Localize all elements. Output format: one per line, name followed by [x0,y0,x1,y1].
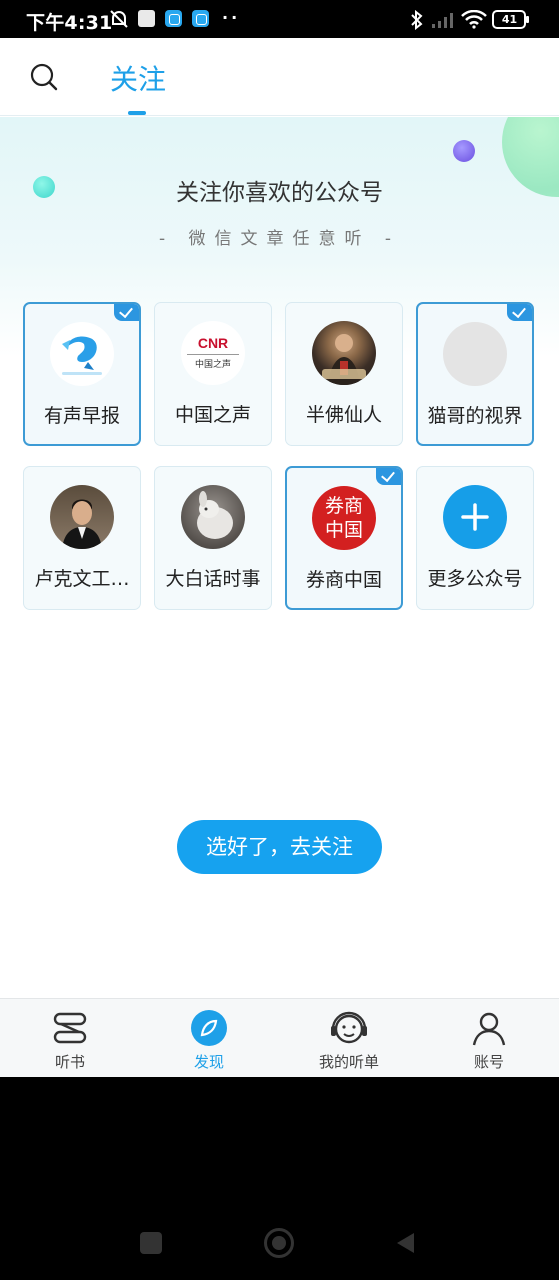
person-photo-avatar [50,485,114,549]
checkmark-icon [376,468,401,485]
account-card[interactable]: 半佛仙人 [285,302,403,446]
home-button[interactable] [264,1228,294,1258]
cnr-logo-text: CNR [197,335,229,351]
system-nav-bar [0,1077,559,1280]
signal-icon [432,13,453,28]
account-card[interactable]: 猫哥的视界 [416,302,534,446]
nav-item-account[interactable]: 账号 [419,999,559,1077]
account-name: 猫哥的视界 [427,405,523,427]
more-notifications-icon: ·· [222,8,241,27]
account-name: 有声早报 [43,405,120,427]
hero-subtitle: - 微信文章任意听 - [158,229,401,249]
bluetooth-icon [411,10,423,30]
hero-title: 关注你喜欢的公众号 [176,180,383,206]
confirm-follow-button[interactable]: 选好了，去关注 [177,820,382,874]
account-name: 中国之声 [174,404,251,426]
nav-item-my-list[interactable]: 我的听单 [279,999,419,1077]
books-icon [53,1012,87,1044]
account-name: 更多公众号 [427,568,523,590]
back-button[interactable] [394,1231,416,1255]
notification-app-icon [165,10,182,27]
checkmark-icon [507,304,532,321]
recent-apps-button[interactable] [140,1232,162,1254]
decorative-circle [453,140,475,162]
account-card[interactable]: 卢克文工… [23,466,141,610]
app-screen: 关注 关注你喜欢的公众号 - 微信文章任意听 - 有声早报 CNR 中国之声 中… [0,38,559,1077]
tab-follow[interactable]: 关注 [110,58,166,98]
status-time: 下午4:31 [26,12,113,34]
animal-photo-avatar [181,485,245,549]
search-icon[interactable] [30,63,58,91]
tab-indicator [128,111,146,115]
checkmark-icon [114,304,139,321]
nav-label: 我的听单 [318,1053,379,1071]
cnr-logo-icon: CNR 中国之声 [181,321,245,385]
notification-app-icon [138,10,155,27]
nav-item-books[interactable]: 听书 [0,999,140,1077]
battery-level: 41 [501,13,518,26]
more-accounts-card[interactable]: 更多公众号 [416,466,534,610]
seal-logo-icon: 券商中国 [312,486,376,550]
dolphin-logo-icon [50,322,114,386]
account-name: 大白话时事 [165,568,261,590]
bottom-nav: 听书 发现 我的听单 账号 [0,998,559,1077]
seal-logo-text: 券商中国 [324,495,363,541]
wifi-icon [461,10,487,29]
status-bar: 下午4:31 ·· 41 [0,0,559,38]
account-card[interactable]: 大白话时事 [154,466,272,610]
nav-item-discover[interactable]: 发现 [139,999,279,1077]
account-name: 券商中国 [305,569,382,591]
account-card[interactable]: 券商中国 券商中国 [285,466,403,610]
alarm-off-icon [110,10,128,28]
account-name: 卢克文工… [34,568,130,590]
notification-app-icon [192,10,209,27]
account-card[interactable]: 有声早报 [23,302,141,446]
user-icon [472,1012,506,1046]
nav-label: 账号 [473,1053,504,1071]
placeholder-avatar [443,322,507,386]
account-card[interactable]: CNR 中国之声 中国之声 [154,302,272,446]
account-name: 半佛仙人 [305,404,382,426]
person-photo-avatar [312,321,376,385]
nav-label: 发现 [193,1053,224,1071]
headphones-face-icon [331,1011,367,1044]
compass-icon [191,1010,227,1046]
plus-icon [443,485,507,549]
top-bar: 关注 [0,38,559,116]
nav-label: 听书 [54,1053,85,1071]
cnr-logo-divider [187,354,239,355]
cnr-logo-subtext: 中国之声 [194,360,231,370]
